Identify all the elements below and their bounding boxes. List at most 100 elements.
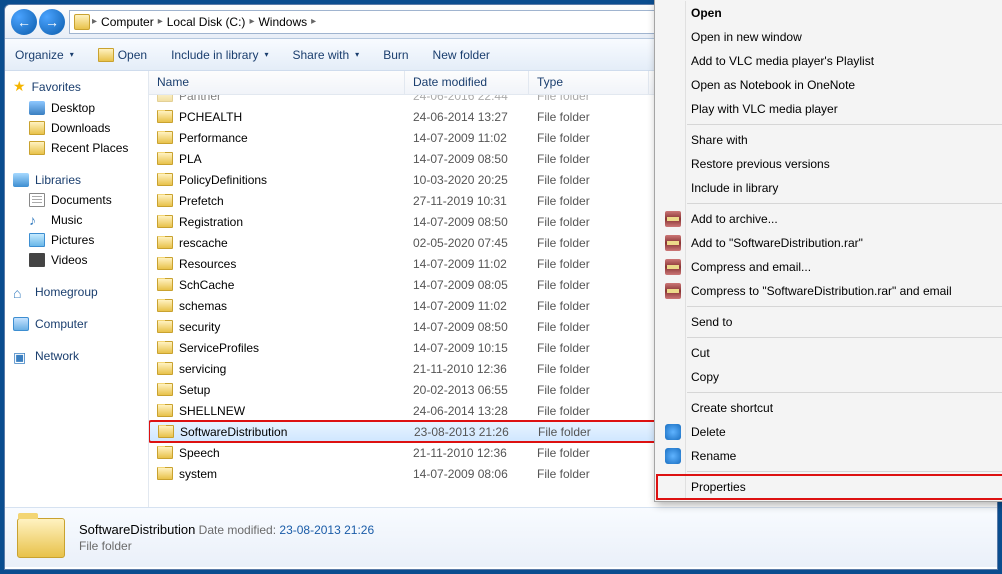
file-name: SHELLNEW: [179, 404, 245, 418]
file-name: SchCache: [179, 278, 234, 292]
file-date: 14-07-2009 11:02: [405, 257, 529, 271]
column-type[interactable]: Type: [529, 71, 649, 94]
organize-menu[interactable]: Organize: [15, 48, 74, 62]
file-type: File folder: [529, 299, 649, 313]
back-button[interactable]: ←: [11, 9, 37, 35]
rar-icon: [665, 211, 681, 227]
ctx-send-to[interactable]: Send to: [657, 310, 1002, 334]
computer-icon: [13, 317, 29, 331]
file-date: 14-07-2009 08:06: [405, 467, 529, 481]
sidebar-recent[interactable]: Recent Places: [5, 138, 148, 158]
sidebar-downloads[interactable]: Downloads: [5, 118, 148, 138]
ctx-vlc-play[interactable]: Play with VLC media player: [657, 97, 1002, 121]
file-type: File folder: [529, 215, 649, 229]
documents-icon: [29, 193, 45, 207]
include-library-menu[interactable]: Include in library: [171, 48, 268, 62]
ctx-open-new-window[interactable]: Open in new window: [657, 25, 1002, 49]
ctx-restore-versions[interactable]: Restore previous versions: [657, 152, 1002, 176]
details-name: SoftwareDistribution: [79, 522, 195, 537]
file-type: File folder: [529, 362, 649, 376]
music-icon: ♪: [29, 213, 45, 227]
folder-icon: [157, 131, 173, 144]
forward-button[interactable]: →: [39, 9, 65, 35]
file-date: 24-06-2014 13:27: [405, 110, 529, 124]
burn-button[interactable]: Burn: [383, 48, 408, 62]
sidebar-pictures[interactable]: Pictures: [5, 230, 148, 250]
ctx-vlc-playlist[interactable]: Add to VLC media player's Playlist: [657, 49, 1002, 73]
ctx-properties[interactable]: Properties: [657, 475, 1002, 499]
open-button[interactable]: Open: [98, 48, 147, 62]
sidebar-network[interactable]: ▣Network: [5, 346, 148, 366]
file-name: ServiceProfiles: [179, 341, 259, 355]
share-with-menu[interactable]: Share with: [292, 48, 359, 62]
file-name: SoftwareDistribution: [180, 425, 287, 439]
folder-icon: [157, 320, 173, 333]
folder-icon: [157, 467, 173, 480]
file-type: File folder: [529, 446, 649, 460]
ctx-delete[interactable]: Delete: [657, 420, 1002, 444]
shield-icon: [665, 424, 681, 440]
context-menu: Open Open in new window Add to VLC media…: [654, 0, 1002, 502]
ctx-compress-email[interactable]: Compress and email...: [657, 255, 1002, 279]
ctx-include-library[interactable]: Include in library: [657, 176, 1002, 200]
file-type: File folder: [529, 194, 649, 208]
sidebar-computer[interactable]: Computer: [5, 314, 148, 334]
folder-icon: [157, 362, 173, 375]
ctx-add-rar[interactable]: Add to "SoftwareDistribution.rar": [657, 231, 1002, 255]
folder-icon: [157, 215, 173, 228]
ctx-cut[interactable]: Cut: [657, 341, 1002, 365]
file-name: Performance: [179, 131, 248, 145]
ctx-copy[interactable]: Copy: [657, 365, 1002, 389]
file-type: File folder: [529, 257, 649, 271]
file-date: 14-07-2009 10:15: [405, 341, 529, 355]
folder-icon: [157, 299, 173, 312]
file-name: PolicyDefinitions: [179, 173, 267, 187]
breadcrumb-drive[interactable]: Local Disk (C:): [165, 15, 248, 29]
file-type: File folder: [529, 152, 649, 166]
details-type: File folder: [79, 539, 132, 553]
file-type: File folder: [529, 110, 649, 124]
sidebar-libraries[interactable]: Libraries: [5, 170, 148, 190]
file-type: File folder: [529, 95, 649, 103]
library-icon: [13, 173, 29, 187]
file-type: File folder: [529, 173, 649, 187]
ctx-create-shortcut[interactable]: Create shortcut: [657, 396, 1002, 420]
breadcrumb-folder[interactable]: Windows: [256, 15, 309, 29]
ctx-share-with[interactable]: Share with: [657, 128, 1002, 152]
file-date: 20-02-2013 06:55: [405, 383, 529, 397]
ctx-compress-email-rar[interactable]: Compress to "SoftwareDistribution.rar" a…: [657, 279, 1002, 303]
sidebar-documents[interactable]: Documents: [5, 190, 148, 210]
file-date: 14-07-2009 08:05: [405, 278, 529, 292]
folder-icon: [157, 236, 173, 249]
file-name: servicing: [179, 362, 226, 376]
file-date: 14-07-2009 11:02: [405, 131, 529, 145]
file-type: File folder: [529, 236, 649, 250]
file-type: File folder: [529, 341, 649, 355]
sidebar-desktop[interactable]: Desktop: [5, 98, 148, 118]
ctx-rename[interactable]: Rename: [657, 444, 1002, 468]
sidebar-favorites[interactable]: ★Favorites: [5, 75, 148, 98]
sidebar-music[interactable]: ♪Music: [5, 210, 148, 230]
file-name: Panther: [179, 95, 221, 103]
file-date: 10-03-2020 20:25: [405, 173, 529, 187]
file-name: rescache: [179, 236, 228, 250]
folder-icon: [74, 14, 90, 30]
ctx-onenote[interactable]: Open as Notebook in OneNote: [657, 73, 1002, 97]
downloads-icon: [29, 121, 45, 135]
details-pane: SoftwareDistribution Date modified: 23-0…: [5, 507, 997, 567]
folder-icon: [157, 278, 173, 291]
folder-icon: [157, 194, 173, 207]
ctx-open[interactable]: Open: [657, 1, 1002, 25]
file-type: File folder: [529, 278, 649, 292]
file-type: File folder: [529, 320, 649, 334]
breadcrumb-computer[interactable]: Computer: [99, 15, 156, 29]
recent-icon: [29, 141, 45, 155]
ctx-add-archive[interactable]: Add to archive...: [657, 207, 1002, 231]
column-date[interactable]: Date modified: [405, 71, 529, 94]
sidebar-homegroup[interactable]: ⌂Homegroup: [5, 282, 148, 302]
file-type: File folder: [529, 383, 649, 397]
file-date: 14-07-2009 08:50: [405, 152, 529, 166]
column-name[interactable]: Name: [149, 71, 405, 94]
sidebar-videos[interactable]: Videos: [5, 250, 148, 270]
new-folder-button[interactable]: New folder: [433, 48, 490, 62]
